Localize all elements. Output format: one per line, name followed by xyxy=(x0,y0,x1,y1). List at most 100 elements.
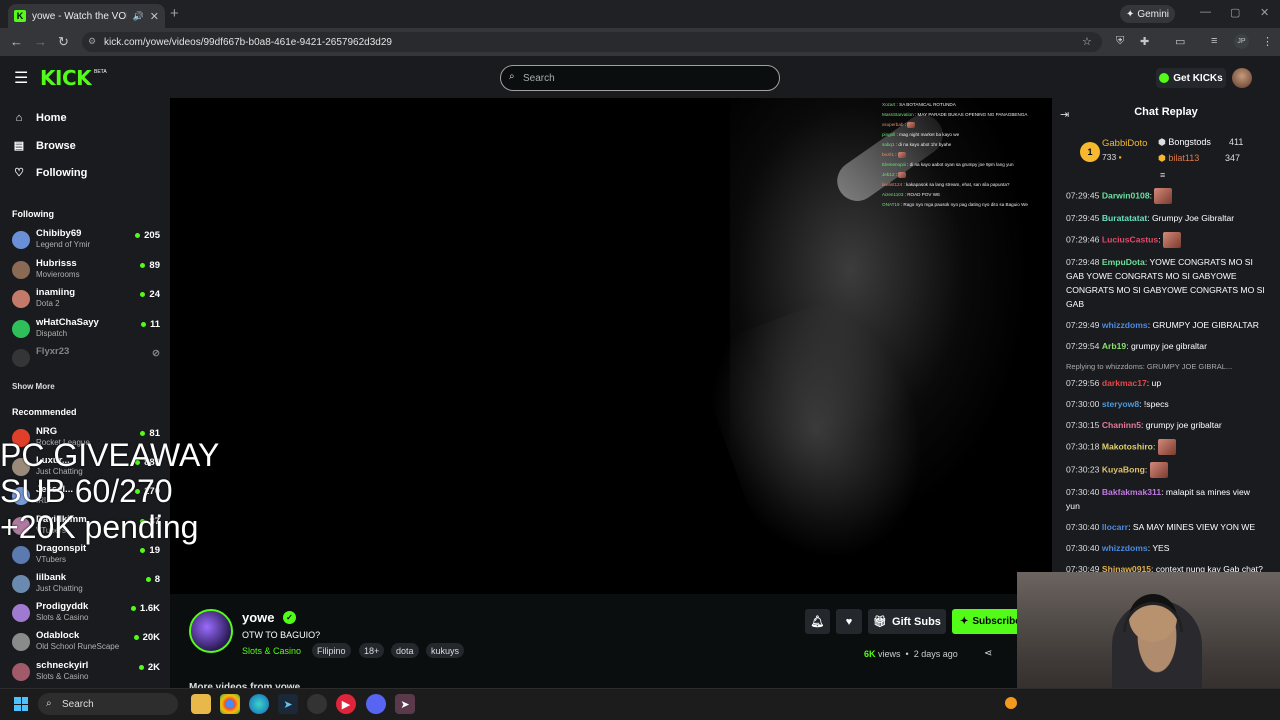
chat-message[interactable]: 07:30:40 llocarr: SA MAY MINES VIEW YON … xyxy=(1066,520,1266,534)
minimize-window-icon[interactable]: — xyxy=(1200,6,1211,18)
share-icon[interactable]: ⋖ xyxy=(984,648,992,659)
leader-name[interactable]: GabbiDoto xyxy=(1102,138,1147,149)
chat-username[interactable]: steryow8 xyxy=(1102,399,1139,409)
forward-arrow-icon[interactable]: → xyxy=(34,34,47,49)
address-bar[interactable]: kick.com/yowe/videos/99df667b-b0a8-461e-… xyxy=(82,32,1102,52)
nav-home[interactable]: ⌂ Home xyxy=(12,112,67,124)
channel-row[interactable]: Flyxr23 ⊘ xyxy=(12,346,160,374)
channel-row[interactable]: wHatChaSayy Dispatch 11 xyxy=(12,317,160,345)
tag-chip[interactable]: Filipino xyxy=(312,643,351,658)
chat-username[interactable]: EmpuDota xyxy=(1102,257,1145,267)
chat-username[interactable]: KuyaBong xyxy=(1102,464,1145,474)
chat-message[interactable]: Replying to whizzdoms: GRUMPY JOE GIBRAL… xyxy=(1066,360,1266,390)
channel-row[interactable]: schneckyirl Slots & Casino 2K xyxy=(12,660,160,688)
media-player-icon[interactable]: ▶ xyxy=(336,694,356,714)
chat-username[interactable]: whizzdoms xyxy=(1102,543,1148,553)
chat-message[interactable]: 07:30:15 Chaninn5: grumpy joe gribaltar xyxy=(1066,418,1266,432)
chat-username[interactable]: Bakfakmak311 xyxy=(1102,487,1161,497)
stream-category[interactable]: Slots & Casino xyxy=(242,646,301,656)
browser-menu-icon[interactable]: ⋮ xyxy=(1262,35,1273,48)
channel-avatar[interactable] xyxy=(189,609,233,653)
chat-username[interactable]: Darwin0108 xyxy=(1102,190,1150,200)
windows-start-icon[interactable] xyxy=(14,697,28,711)
show-more-link[interactable]: Show More xyxy=(12,382,55,391)
leader-3[interactable]: ⬢ bilat113 xyxy=(1158,153,1199,164)
app-icon[interactable] xyxy=(307,694,327,714)
channel-row[interactable]: Chibiby69 Legend of Ymir 205 xyxy=(12,228,160,256)
chat-message[interactable]: 07:29:49 whizzdoms: GRUMPY JOE GIBRALTAR xyxy=(1066,318,1266,332)
chat-username[interactable]: LuciusCastus xyxy=(1102,234,1158,244)
file-explorer-icon[interactable] xyxy=(191,694,211,714)
reading-list-icon[interactable]: ≡ xyxy=(1211,35,1217,47)
bookmark-star-icon[interactable]: ☆ xyxy=(1082,35,1092,48)
chat-message[interactable]: 07:30:18 Makotoshiro: xyxy=(1066,439,1266,455)
chat-message[interactable]: 07:29:46 LuciusCastus: xyxy=(1066,232,1266,248)
channel-name[interactable]: yowe xyxy=(242,610,275,625)
chat-username[interactable]: Chaninn5 xyxy=(1102,420,1141,430)
chat-username[interactable]: llocarr xyxy=(1102,522,1128,532)
notification-bell-button[interactable]: 🔔︎ xyxy=(805,609,830,634)
chrome-icon[interactable] xyxy=(220,694,240,714)
channel-row[interactable]: lilbank Just Chatting 8 xyxy=(12,572,160,600)
discord-icon[interactable] xyxy=(366,694,386,714)
steam-app-icon[interactable]: ➤ xyxy=(395,694,415,714)
chat-message[interactable]: 07:29:48 EmpuDota: YOWE CONGRATS MO SI G… xyxy=(1066,255,1266,311)
chat-timestamp: 07:29:46 xyxy=(1066,234,1100,245)
nav-following[interactable]: ♡ Following xyxy=(12,166,87,180)
user-avatar[interactable] xyxy=(1232,68,1252,88)
channel-row[interactable]: Odablock Old School RuneScape 20K xyxy=(12,630,160,658)
edge-icon[interactable] xyxy=(249,694,269,714)
close-tab-icon[interactable]: ✕ xyxy=(150,10,159,23)
viewer-count-value: 2K xyxy=(147,661,160,673)
chat-message[interactable]: 07:30:00 steryow8: !specs xyxy=(1066,397,1266,411)
chat-username[interactable]: whizzdoms xyxy=(1102,320,1148,330)
chat-username[interactable]: Makotoshiro xyxy=(1102,441,1153,451)
close-window-icon[interactable]: ✕ xyxy=(1260,6,1269,19)
chat-message[interactable]: 07:29:54 Arb19: grumpy joe gibraltar xyxy=(1066,339,1266,353)
channel-row[interactable]: Prodigyddk Slots & Casino 1.6K xyxy=(12,601,160,629)
shield-extension-icon[interactable]: ⛨ xyxy=(1116,35,1124,48)
channel-row[interactable]: inamiing Dota 2 24 xyxy=(12,287,160,315)
channel-row[interactable]: Hubrisss Movierooms 89 xyxy=(12,258,160,286)
chat-username[interactable]: Buratatatat xyxy=(1102,213,1147,223)
expand-leaderboard-icon[interactable]: ≡ xyxy=(1160,170,1165,180)
video-player[interactable]: Xozart : SA BOTANICAL ROTUNDA MassStarvat… xyxy=(170,98,1052,594)
channel-row[interactable]: Dragonspit VTubers 19 xyxy=(12,543,160,571)
subscribe-button[interactable]: ✦ Subscribe xyxy=(952,609,1018,634)
new-tab-button[interactable]: + xyxy=(170,5,179,22)
get-kicks-button[interactable]: Get KICKs xyxy=(1156,68,1226,88)
tag-chip[interactable]: 18+ xyxy=(359,643,385,658)
menu-hamburger-icon[interactable]: ☰ xyxy=(14,68,28,88)
chat-message[interactable]: 07:29:45 Darwin0108: xyxy=(1066,188,1266,204)
home-icon: ⌂ xyxy=(15,112,23,124)
site-info-icon[interactable]: ⚙ xyxy=(88,36,96,47)
reload-icon[interactable]: ↻ xyxy=(58,34,69,50)
chat-message[interactable]: 07:30:23 KuyaBong: xyxy=(1066,462,1266,478)
gift-subs-button[interactable]: 🎁︎ Gift Subs xyxy=(868,609,946,634)
speaker-icon[interactable]: 🔊 xyxy=(133,11,144,22)
gemini-button[interactable]: ✦ Gemini xyxy=(1120,5,1175,23)
tray-icon[interactable] xyxy=(1005,697,1017,709)
tag-chip[interactable]: kukuys xyxy=(426,643,465,658)
back-arrow-icon[interactable]: ← xyxy=(10,34,23,49)
follow-heart-button[interactable]: ♥ xyxy=(836,609,862,634)
tab-title: yowe - Watch the VOD on Kick xyxy=(32,10,127,22)
chat-message[interactable]: 07:30:40 whizzdoms: YES xyxy=(1066,541,1266,555)
chat-username[interactable]: Arb19 xyxy=(1102,341,1126,351)
search-input[interactable]: Search xyxy=(500,65,780,91)
extensions-icon[interactable]: ✚ xyxy=(1140,35,1149,48)
taskbar-search[interactable]: Search xyxy=(38,693,178,715)
chat-message[interactable]: 07:30:40 Bakfakmak311: malapit sa mines … xyxy=(1066,485,1266,513)
tag-chip[interactable]: dota xyxy=(391,643,419,658)
nav-browse[interactable]: ▤ Browse xyxy=(12,139,76,153)
profile-avatar[interactable]: JP xyxy=(1234,34,1249,49)
maximize-window-icon[interactable]: ▢ xyxy=(1230,6,1240,19)
chat-username[interactable]: darkmac17 xyxy=(1102,378,1147,388)
chat-message[interactable]: 07:29:45 Buratatatat: Grumpy Joe Gibralt… xyxy=(1066,211,1266,225)
video-embedded-chat: Xozart : SA BOTANICAL ROTUNDA MassStarvat… xyxy=(882,100,1050,210)
kick-logo[interactable]: KICK xyxy=(40,66,92,90)
leader-2[interactable]: ⬢ Bongstods xyxy=(1158,137,1211,148)
steam-icon[interactable]: ➤ xyxy=(278,694,298,714)
browser-tab[interactable]: K yowe - Watch the VOD on Kick 🔊 ✕ xyxy=(8,4,165,28)
cast-icon[interactable]: ▭ xyxy=(1175,35,1185,48)
